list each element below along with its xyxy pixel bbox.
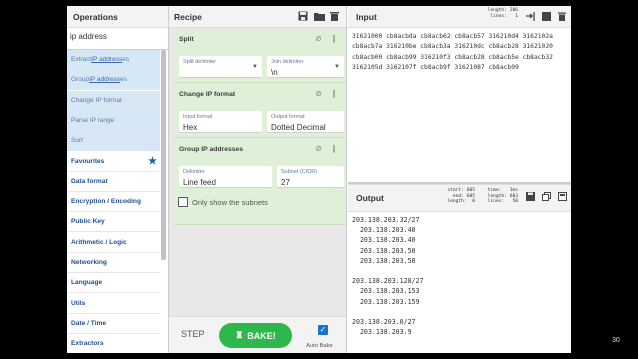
operation-result-text: Extract bbox=[71, 56, 92, 63]
delimiter-value: Line feed bbox=[183, 178, 216, 187]
category-item[interactable]: Utils bbox=[67, 293, 160, 314]
auto-bake-checkbox[interactable]: ✓ bbox=[318, 325, 328, 335]
operation-result-text: Group bbox=[71, 76, 90, 84]
category-item[interactable]: Arithmetic / Logic bbox=[67, 232, 160, 253]
operations-search-input[interactable]: ip address bbox=[67, 28, 168, 50]
folder-icon[interactable] bbox=[314, 11, 325, 21]
bake-button[interactable]: ♜ BAKE! bbox=[219, 323, 292, 348]
category-label: Data format bbox=[71, 177, 108, 185]
category-item[interactable]: Language bbox=[67, 273, 160, 294]
category-item[interactable]: Extractors bbox=[67, 334, 160, 353]
subnet-value: 27 bbox=[281, 178, 290, 187]
output-text[interactable]: 203.138.203.32/27 203.138.203.40 203.138… bbox=[352, 215, 423, 337]
delimiter-label: Delimiter bbox=[183, 169, 205, 175]
join-delimiter-label: Join delimiter bbox=[271, 59, 304, 65]
input-format-value: Hex bbox=[183, 123, 198, 132]
category-label: Favourites bbox=[71, 157, 105, 165]
input-format-field[interactable]: Input format Hex bbox=[179, 111, 262, 133]
category-item[interactable]: Encryption / Encoding bbox=[67, 192, 160, 213]
operation-result-text: Parse IP range bbox=[71, 116, 115, 124]
operation-result-text: Change IP format bbox=[71, 96, 122, 104]
category-label: Public Key bbox=[71, 218, 105, 226]
input-format-label: Input format bbox=[183, 114, 213, 120]
page-number: 30 bbox=[612, 337, 620, 344]
output-selection-meta: start: 605 end: 605 length: 0 bbox=[447, 188, 475, 204]
chevron-down-icon: ▼ bbox=[334, 64, 340, 70]
operation-result-item[interactable]: Group IP address es bbox=[67, 70, 160, 91]
recipe-panel: Recipe Split ⊘ ∥ Split delimiter ▼ Join … bbox=[169, 6, 347, 353]
subnet-field[interactable]: Subnet (CIDR) 27 bbox=[277, 166, 344, 188]
split-operation: Split ⊘ ∥ Split delimiter ▼ Join delimit… bbox=[174, 29, 346, 83]
output-title: Output bbox=[356, 193, 384, 203]
change-ip-title: Change IP format bbox=[179, 91, 236, 98]
recipe-toolbar bbox=[298, 11, 340, 21]
step-button[interactable]: STEP bbox=[181, 329, 205, 339]
category-label: Utils bbox=[71, 299, 86, 307]
output-format-label: Output format bbox=[271, 114, 305, 120]
operation-result-highlight: IP address bbox=[89, 76, 121, 84]
category-label: Encryption / Encoding bbox=[71, 198, 141, 206]
group-ip-operation: Group IP addresses ⊘ ∥ Delimiter Line fe… bbox=[174, 139, 346, 225]
operation-result-item[interactable]: Parse IP range bbox=[67, 110, 160, 131]
output-format-field[interactable]: Output format Dotted Decimal bbox=[267, 111, 344, 133]
disable-pause-icons[interactable]: ⊘ ∥ bbox=[315, 34, 340, 43]
operation-result-item[interactable]: Sort bbox=[67, 131, 160, 152]
category-item[interactable]: Public Key bbox=[67, 212, 160, 233]
operation-result-item[interactable]: Extract IP address es bbox=[67, 50, 160, 70]
only-subnets-label: Only show the subnets bbox=[192, 198, 268, 207]
chef-icon: ♜ bbox=[235, 330, 244, 340]
group-ip-title: Group IP addresses bbox=[179, 146, 244, 153]
copy-output-icon[interactable] bbox=[542, 192, 551, 203]
output-toolbar: ↶ bbox=[526, 192, 571, 203]
input-text[interactable]: 31621000 cb8acbda cb8acb62 cb8acb57 3162… bbox=[352, 32, 553, 73]
cyberchef-app: Operations ip address Extract IP address… bbox=[67, 6, 571, 353]
change-ip-format-operation: Change IP format ⊘ ∥ Input format Hex Ou… bbox=[174, 84, 346, 138]
split-delimiter-field[interactable]: Split delimiter ▼ bbox=[179, 56, 262, 78]
category-label: Arithmetic / Logic bbox=[71, 238, 127, 246]
operation-result-suffix: es bbox=[120, 76, 127, 84]
save-output-icon[interactable] bbox=[526, 192, 535, 203]
open-file-icon[interactable] bbox=[542, 12, 551, 23]
delimiter-field[interactable]: Delimiter Line feed bbox=[179, 166, 272, 188]
subnet-label: Subnet (CIDR) bbox=[281, 169, 318, 175]
disable-pause-icons[interactable]: ⊘ ∥ bbox=[315, 144, 340, 153]
category-label: Language bbox=[71, 279, 103, 287]
star-icon[interactable]: ★ bbox=[148, 156, 157, 167]
join-delimiter-value: \n bbox=[271, 68, 278, 77]
operations-scrollbar[interactable] bbox=[161, 50, 166, 260]
only-subnets-checkbox[interactable] bbox=[178, 197, 188, 207]
category-item[interactable]: Data format bbox=[67, 171, 160, 192]
split-delimiter-label: Split delimiter bbox=[183, 59, 217, 65]
category-label: Networking bbox=[71, 259, 107, 266]
operation-result-text: Sort bbox=[71, 137, 83, 145]
input-toolbar bbox=[526, 12, 571, 23]
add-input-icon[interactable] bbox=[526, 12, 535, 23]
operation-result-item[interactable]: Change IP format bbox=[67, 90, 160, 111]
clear-input-icon[interactable] bbox=[558, 12, 566, 23]
bake-bar: STEP ♜ BAKE! ✓ Auto Bake bbox=[169, 316, 346, 353]
input-meta: length: 206 lines: 1 bbox=[487, 8, 518, 19]
category-label: Extractors bbox=[71, 340, 104, 348]
split-title: Split bbox=[179, 36, 194, 43]
chevron-down-icon: ▼ bbox=[252, 64, 258, 70]
auto-bake-label: Auto Bake bbox=[306, 343, 333, 349]
trash-icon[interactable] bbox=[330, 11, 340, 21]
disable-pause-icons[interactable]: ⊘ ∥ bbox=[315, 89, 340, 98]
output-format-value: Dotted Decimal bbox=[271, 123, 326, 132]
operation-result-highlight: IP address bbox=[91, 56, 123, 63]
output-stats-meta: time: 1ms length: 603 lines: 50 bbox=[487, 188, 518, 204]
save-icon[interactable] bbox=[298, 11, 308, 21]
io-panel: Input length: 206 lines: 1 31621000 cb8a… bbox=[348, 6, 571, 353]
category-item[interactable]: Favourites ★ bbox=[67, 151, 160, 172]
operation-result-suffix: es bbox=[122, 56, 130, 63]
category-item[interactable]: Date / Time bbox=[67, 313, 160, 334]
category-item[interactable]: Networking bbox=[67, 253, 160, 273]
join-delimiter-field[interactable]: Join delimiter \n ▼ bbox=[267, 56, 344, 78]
replace-input-icon[interactable] bbox=[558, 192, 567, 203]
category-label: Date / Time bbox=[71, 319, 107, 327]
operations-title: Operations bbox=[67, 6, 168, 28]
operations-panel: Operations ip address Extract IP address… bbox=[67, 6, 169, 353]
bake-label: BAKE! bbox=[247, 330, 276, 341]
